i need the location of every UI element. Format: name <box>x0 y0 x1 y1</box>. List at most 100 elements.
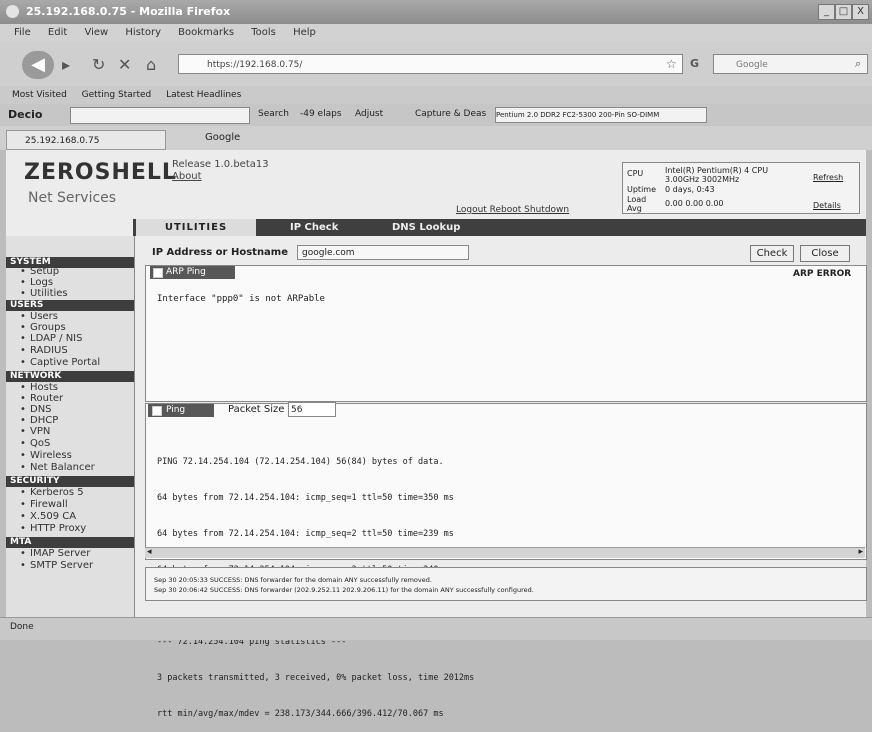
sidebar-section-users: USERS <box>6 300 134 311</box>
reload-icon[interactable]: ↻ <box>92 55 105 74</box>
sidebar-item-http-proxy[interactable]: HTTP Proxy <box>20 523 86 535</box>
uptime-value: 0 days, 0:43 <box>665 185 715 194</box>
bookmark-star-icon[interactable]: ☆ <box>666 57 677 71</box>
stop-icon[interactable]: ✕ <box>118 55 131 74</box>
close-button-form[interactable]: Close <box>800 245 850 262</box>
zeroshell-subtitle: Net Services <box>28 190 117 206</box>
packet-size-label: Packet Size <box>228 404 285 415</box>
decio-button-adjust[interactable]: Adjust <box>355 109 383 119</box>
packet-size-input[interactable]: 56 <box>288 402 336 417</box>
load-label: Load Avg <box>627 195 647 213</box>
tab-utilities[interactable]: UTILITIES <box>136 219 256 236</box>
sidebar-item-captive-portal[interactable]: Captive Portal <box>20 357 100 369</box>
ping-line: rtt min/avg/max/mdev = 238.173/344.666/3… <box>157 709 444 719</box>
menu-file[interactable]: File <box>14 24 31 42</box>
ip-hostname-label: IP Address or Hostname <box>152 247 289 258</box>
top-links[interactable]: Logout Reboot Shutdown <box>456 205 569 215</box>
tab-active-label: 25.192.168.0.75 <box>25 136 100 146</box>
log-line-2: Sep 30 20:06:42 SUCCESS: DNS forwarder (… <box>154 586 534 594</box>
decio-search-button[interactable]: Search <box>258 109 289 119</box>
close-button[interactable]: X <box>852 4 869 20</box>
details-link[interactable]: Details <box>813 201 841 210</box>
sidebar-item-qos[interactable]: QoS <box>20 438 51 450</box>
arp-error-status: ARP ERROR <box>793 269 852 279</box>
tab-active[interactable]: 25.192.168.0.75 <box>6 130 166 150</box>
forward-icon[interactable]: ▸ <box>62 55 70 74</box>
arp-checkbox-icon[interactable] <box>153 268 163 278</box>
back-button[interactable]: ◀ <box>22 51 54 79</box>
decio-logo: Decio <box>8 108 43 121</box>
bookmarks-toolbar: Most Visited Getting Started Latest Head… <box>0 86 872 104</box>
search-icon[interactable]: ⌕ <box>855 57 861 71</box>
menu-help[interactable]: Help <box>293 24 316 42</box>
uptime-label: Uptime <box>627 185 657 194</box>
menu-tools[interactable]: Tools <box>251 24 276 42</box>
ping-header: Ping <box>148 404 214 417</box>
release-label: Release 1.0.beta13 <box>172 159 269 170</box>
menu-history[interactable]: History <box>125 24 161 42</box>
ping-line: 64 bytes from 72.14.254.104: icmp_seq=2 … <box>157 529 454 539</box>
log-line-1: Sep 30 20:05:33 SUCCESS: DNS forwarder f… <box>154 576 432 584</box>
search-box[interactable]: Google <box>713 54 868 74</box>
ping-checkbox-icon[interactable] <box>152 406 162 416</box>
status-bar: Done <box>0 617 872 640</box>
load-value: 0.00 0.00 0.00 <box>665 199 724 208</box>
check-button[interactable]: Check <box>750 245 794 262</box>
event-log: Sep 30 20:05:33 SUCCESS: DNS forwarder f… <box>145 567 867 601</box>
arp-ping-header: ARP Ping <box>150 266 235 279</box>
cpu-info-panel: CPU Intel(R) Pentium(R) 4 CPU 3.00GHz 30… <box>622 162 860 214</box>
home-icon[interactable]: ⌂ <box>146 55 156 74</box>
arp-message: Interface "ppp0" is not ARPable <box>157 294 325 304</box>
status-text: Done <box>10 622 34 632</box>
sidebar-item-wireless[interactable]: Wireless <box>20 450 72 462</box>
tab-dns-lookup[interactable]: DNS Lookup <box>392 219 460 236</box>
ping-line: PING 72.14.254.104 (72.14.254.104) 56(84… <box>157 457 444 467</box>
sidebar-item-ldap[interactable]: LDAP / NIS <box>20 333 83 345</box>
menu-view[interactable]: View <box>84 24 108 42</box>
sidebar-section-mta: MTA <box>6 537 134 548</box>
ping-line <box>157 600 474 612</box>
decio-search-input[interactable] <box>70 107 250 124</box>
about-link[interactable]: About <box>172 171 202 182</box>
search-placeholder: Google <box>736 60 768 70</box>
maximize-button[interactable]: □ <box>835 4 852 20</box>
zeroshell-logo: ZEROSHELL <box>24 160 177 185</box>
google-icon: G <box>690 57 700 70</box>
sidebar-item-net-balancer[interactable]: Net Balancer <box>20 462 95 474</box>
ping-title: Ping <box>166 405 186 415</box>
decio-button-elaps[interactable]: -49 elaps <box>300 109 342 119</box>
sidebar-item-radius[interactable]: RADIUS <box>20 345 68 357</box>
decio-select[interactable]: Pentium 2.0 DDR2 FC2-5300 200-Pin SO-DIM… <box>495 107 707 123</box>
ping-horizontal-scrollbar[interactable]: ◂ ▸ <box>145 547 865 558</box>
ping-line: 3 packets transmitted, 3 received, 0% pa… <box>157 673 475 683</box>
menu-edit[interactable]: Edit <box>48 24 67 42</box>
ip-hostname-input[interactable]: google.com <box>297 245 469 260</box>
sidebar-item-utilities[interactable]: Utilities <box>20 288 68 300</box>
sidebar-item-x509-ca[interactable]: X.509 CA <box>20 511 76 523</box>
sidebar-section-security: SECURITY <box>6 476 134 487</box>
bookmark-most-visited[interactable]: Most Visited <box>12 86 67 104</box>
sidebar-item-kerberos[interactable]: Kerberos 5 <box>20 487 84 499</box>
tab-google[interactable]: Google <box>205 132 240 143</box>
cpu-label: CPU <box>627 169 644 178</box>
sidebar-item-firewall[interactable]: Firewall <box>20 499 68 511</box>
sidebar-section-network: NETWORK <box>6 371 134 382</box>
arp-ping-title: ARP Ping <box>166 267 206 277</box>
bookmark-getting-started[interactable]: Getting Started <box>82 86 152 104</box>
minimize-button[interactable]: _ <box>818 4 835 20</box>
sidebar-item-vpn[interactable]: VPN <box>20 426 51 438</box>
sidebar-item-imap-server[interactable]: IMAP Server <box>20 548 90 560</box>
sidebar-item-smtp-server[interactable]: SMTP Server <box>20 560 93 572</box>
window-titlebar: 25.192.168.0.75 - Mozilla Firefox _ □ X <box>0 0 872 24</box>
menu-bookmarks[interactable]: Bookmarks <box>178 24 234 42</box>
decio-capture-button[interactable]: Capture & Deas <box>415 109 486 119</box>
refresh-link[interactable]: Refresh <box>813 173 843 182</box>
url-text: https://192.168.0.75/ <box>207 60 303 70</box>
decio-toolbar: Decio Search -49 elaps Adjust Capture & … <box>0 104 872 126</box>
scroll-left-icon[interactable]: ◂ <box>147 547 152 557</box>
window-title: 25.192.168.0.75 - Mozilla Firefox <box>26 5 231 18</box>
bookmark-latest-headlines[interactable]: Latest Headlines <box>166 86 241 104</box>
scroll-right-icon[interactable]: ▸ <box>858 547 863 557</box>
tab-ipcheck[interactable]: IP Check <box>290 219 338 236</box>
url-bar[interactable]: https://192.168.0.75/ <box>178 54 683 74</box>
